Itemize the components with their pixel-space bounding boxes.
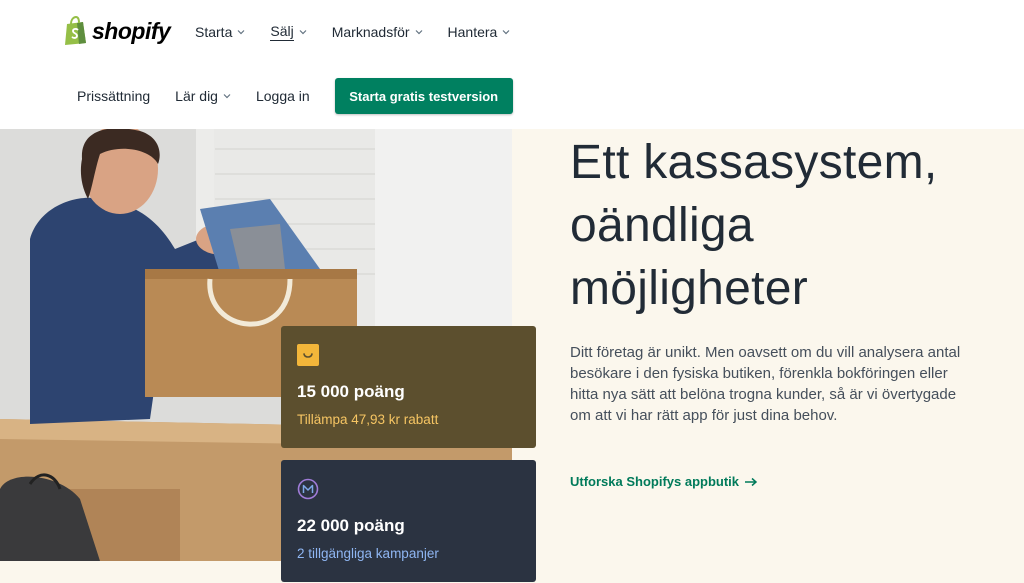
secondary-nav: Prissättning Lär dig Logga in Starta gra… <box>77 78 513 114</box>
chevron-down-icon <box>299 30 307 35</box>
explore-app-store-link[interactable]: Utforska Shopifys appbutik <box>570 474 758 489</box>
start-free-trial-button[interactable]: Starta gratis testversion <box>334 78 513 114</box>
explore-link-label: Utforska Shopifys appbutik <box>570 474 740 489</box>
hero-title: Ett kassasystem, oändliga möjligheter <box>570 136 938 315</box>
card-2-subtitle: 2 tillgängliga kampanjer <box>297 546 439 561</box>
nav-lar-dig-label: Lär dig <box>175 88 218 104</box>
card-2-points: 22 000 poäng <box>297 516 405 535</box>
site-header: shopify Starta Sälj Marknadsför Hantera … <box>0 0 1024 129</box>
smile-badge-icon <box>297 344 319 371</box>
nav-salj[interactable]: Sälj <box>270 23 307 41</box>
arrow-right-icon <box>745 477 758 486</box>
nav-logga-in-label: Logga in <box>255 88 310 104</box>
nav-marknadsfor-label: Marknadsför <box>331 24 410 40</box>
nav-lar-dig[interactable]: Lär dig <box>175 88 231 104</box>
nav-hantera-label: Hantera <box>447 24 498 40</box>
nav-logga-in[interactable]: Logga in <box>256 88 310 104</box>
chevron-down-icon <box>237 30 245 35</box>
card-1-points: 15 000 poäng <box>297 382 405 401</box>
nav-hantera[interactable]: Hantera <box>448 23 511 41</box>
m-circle-icon <box>297 478 319 505</box>
brand-name: shopify <box>92 17 171 44</box>
card-1-subtitle: Tillämpa 47,93 kr rabatt <box>297 412 439 427</box>
chevron-down-icon <box>502 30 510 35</box>
chevron-down-icon <box>223 94 231 99</box>
chevron-down-icon <box>415 30 422 35</box>
points-card-1: 15 000 poäng Tillämpa 47,93 kr rabatt <box>281 326 536 448</box>
nav-prissattning-label: Prissättning <box>77 88 151 104</box>
nav-starta[interactable]: Starta <box>195 23 245 41</box>
shopify-bag-icon <box>65 16 86 45</box>
primary-nav: Starta Sälj Marknadsför Hantera <box>195 23 535 41</box>
shopify-logo[interactable]: shopify <box>64 16 171 46</box>
hero-body: Ditt företag är unikt. Men oavsett om du… <box>570 344 961 424</box>
nav-starta-label: Starta <box>195 24 233 40</box>
nav-prissattning[interactable]: Prissättning <box>77 88 150 104</box>
nav-salj-label: Sälj <box>270 23 294 41</box>
points-card-2: 22 000 poäng 2 tillgängliga kampanjer <box>281 460 536 582</box>
hero-section: 15 000 poäng Tillämpa 47,93 kr rabatt 22… <box>0 129 1024 583</box>
nav-marknadsfor[interactable]: Marknadsför <box>332 23 423 41</box>
